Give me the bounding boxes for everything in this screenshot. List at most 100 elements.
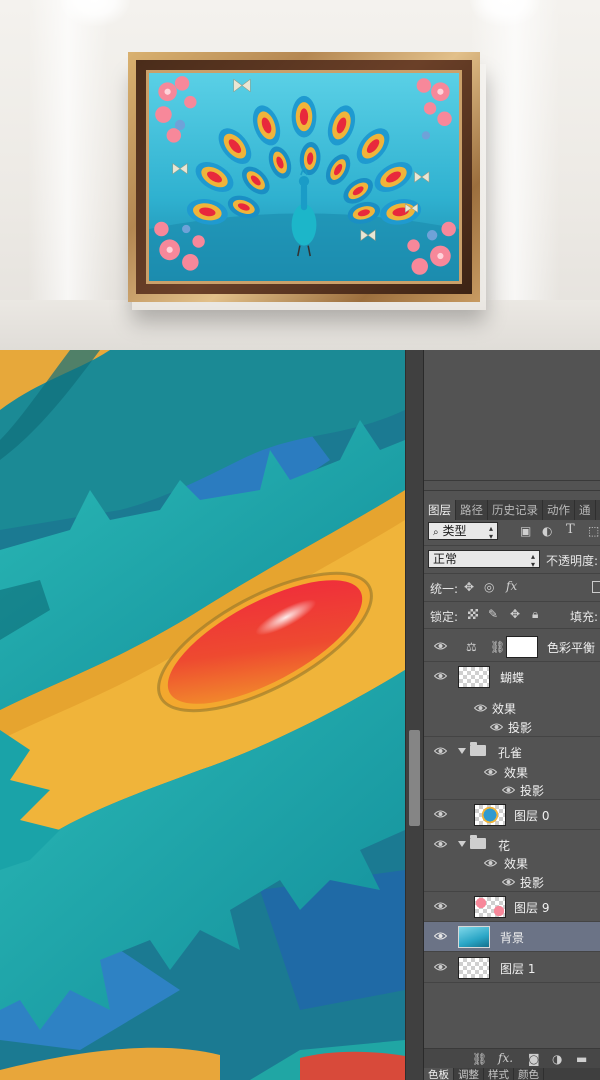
layer-row-layer-9[interactable]: 图层 9 xyxy=(424,892,600,922)
opacity-label: 不透明度: xyxy=(546,554,599,568)
framed-art-mockup xyxy=(0,0,600,350)
layer-effects-row[interactable]: 效果 xyxy=(424,698,600,717)
vertical-scrollbar[interactable] xyxy=(405,350,423,1080)
eye-icon[interactable] xyxy=(434,809,447,819)
effects-label: 效果 xyxy=(504,857,529,871)
eye-icon[interactable] xyxy=(474,703,487,713)
layer-name: 背景 xyxy=(500,931,525,945)
layer-mask-thumbnail xyxy=(506,636,538,658)
shape-filter-icon[interactable]: ⬚ xyxy=(588,524,599,538)
drop-shadow-label: 投影 xyxy=(520,876,545,890)
chain-link-icon: ⛓ xyxy=(490,640,506,654)
eye-icon[interactable] xyxy=(434,839,447,849)
drop-shadow-label: 投影 xyxy=(508,721,533,735)
layer-filter-select[interactable]: ⌕ 类型 ▴ ▾ xyxy=(428,522,498,541)
checkbox-icon[interactable] xyxy=(592,581,600,593)
tab-paths[interactable]: 路径 xyxy=(456,500,488,520)
document-canvas-zoomed[interactable] xyxy=(0,350,405,1080)
layer-row-butterfly[interactable]: 蝴蝶 xyxy=(424,662,600,692)
eye-icon[interactable] xyxy=(484,858,497,868)
layer-name: 色彩平衡 xyxy=(547,641,596,655)
adjustment-filter-icon[interactable]: ◐ xyxy=(542,524,552,538)
layer-name: 图层 1 xyxy=(500,962,536,976)
eye-icon[interactable] xyxy=(434,671,447,681)
unify-position-icon[interactable]: ✥ xyxy=(464,580,474,594)
tab-color[interactable]: 颜色 xyxy=(514,1068,544,1080)
drop-shadow-effect-row[interactable]: 投影 xyxy=(424,872,600,892)
effects-label: 效果 xyxy=(492,702,517,716)
folder-icon xyxy=(470,742,486,756)
lock-label: 锁定: xyxy=(430,610,459,624)
expand-triangle-icon[interactable] xyxy=(458,841,466,847)
eye-icon[interactable] xyxy=(434,641,447,651)
eye-icon[interactable] xyxy=(434,931,447,941)
layer-thumbnail xyxy=(474,896,506,918)
adjustment-icon[interactable]: ◑ xyxy=(552,1052,562,1066)
drop-shadow-effect-row[interactable]: 投影 xyxy=(424,780,600,800)
lock-brush-icon[interactable]: ✎ xyxy=(488,607,498,621)
type-filter-icon[interactable]: T xyxy=(566,523,575,537)
layers-panel: 图层 路径 历史记录 动作 通 ⌕ 类型 ▴ ▾ ▣ ◐ T ⬚ 正常 ▴ ▾ 不透… xyxy=(423,350,600,1080)
expand-triangle-icon[interactable] xyxy=(458,748,466,754)
scrollbar-thumb[interactable] xyxy=(409,730,420,826)
eye-icon[interactable] xyxy=(502,785,515,795)
link-icon[interactable]: ⛓ xyxy=(472,1052,487,1066)
layer-thumbnail xyxy=(458,666,490,688)
blend-mode-value: 正常 xyxy=(433,552,458,566)
fx-icon[interactable]: fx. xyxy=(498,1051,513,1065)
fill-label: 填充: xyxy=(570,610,599,624)
search-icon: ⌕ xyxy=(433,527,439,538)
folder-icon[interactable]: ▬ xyxy=(576,1052,587,1066)
layer-row-color-balance[interactable]: ⚖ ⛓ 色彩平衡 xyxy=(424,632,600,662)
balance-scale-icon: ⚖ xyxy=(466,640,477,654)
layers-panel-footer: ⛓ fx. ◙ ◑ ▬ xyxy=(424,1048,600,1069)
zoomed-feather-artwork xyxy=(0,350,405,1080)
panel-dock-empty-area xyxy=(424,350,600,500)
eye-icon[interactable] xyxy=(434,901,447,911)
updown-arrow-icon: ▴ ▾ xyxy=(488,524,493,541)
picture-frame xyxy=(128,52,480,302)
layer-name: 蝴蝶 xyxy=(500,671,525,685)
layer-row-layer-0[interactable]: 图层 0 xyxy=(424,800,600,830)
blend-mode-select[interactable]: 正常 ▴ ▾ xyxy=(428,550,540,569)
layer-thumbnail xyxy=(458,926,490,948)
layer-row-background[interactable]: 背景 xyxy=(424,922,600,952)
tab-channels[interactable]: 通 xyxy=(575,500,596,520)
image-filter-icon[interactable]: ▣ xyxy=(520,524,531,538)
unify-style-icon[interactable]: fx xyxy=(506,579,517,593)
layer-name: 花 xyxy=(498,839,511,853)
tab-swatches[interactable]: 色板 xyxy=(424,1068,454,1080)
layer-row-layer-1[interactable]: 图层 1 xyxy=(424,953,600,983)
layer-thumbnail xyxy=(474,804,506,826)
tab-adjustments[interactable]: 调整 xyxy=(454,1068,484,1080)
tab-history[interactable]: 历史记录 xyxy=(488,500,543,520)
layer-effects-row[interactable]: 效果 xyxy=(424,853,600,872)
folder-icon xyxy=(470,835,486,849)
lock-move-icon[interactable]: ✥ xyxy=(510,607,520,621)
mask-icon[interactable]: ◙ xyxy=(528,1052,540,1066)
updown-arrow-icon: ▴ ▾ xyxy=(530,552,535,569)
unify-visibility-icon[interactable]: ◎ xyxy=(484,580,494,594)
filter-type-label: 类型 xyxy=(442,524,467,538)
peacock-artwork xyxy=(149,73,459,281)
lock-all-icon[interactable]: 🔒︎ xyxy=(532,607,538,621)
eye-icon[interactable] xyxy=(434,746,447,756)
eye-icon[interactable] xyxy=(434,962,447,972)
bottom-panel-tabs: 色板 调整 样式 颜色 xyxy=(424,1068,600,1080)
tab-layers[interactable]: 图层 xyxy=(424,500,456,520)
lock-transparent-icon[interactable] xyxy=(468,609,478,619)
eye-icon[interactable] xyxy=(484,767,497,777)
unify-label: 统一: xyxy=(430,582,459,596)
eye-icon[interactable] xyxy=(502,877,515,887)
panel-tabs: 图层 路径 历史记录 动作 通 xyxy=(424,500,600,520)
layer-name: 图层 9 xyxy=(514,901,550,915)
tab-styles[interactable]: 样式 xyxy=(484,1068,514,1080)
layer-name: 孔雀 xyxy=(498,746,523,760)
tab-actions[interactable]: 动作 xyxy=(543,500,575,520)
drop-shadow-label: 投影 xyxy=(520,784,545,798)
drop-shadow-effect-row[interactable]: 投影 xyxy=(424,717,600,737)
layer-effects-row[interactable]: 效果 xyxy=(424,762,600,781)
layer-thumbnail xyxy=(458,957,490,979)
effects-label: 效果 xyxy=(504,766,529,780)
eye-icon[interactable] xyxy=(490,722,503,732)
